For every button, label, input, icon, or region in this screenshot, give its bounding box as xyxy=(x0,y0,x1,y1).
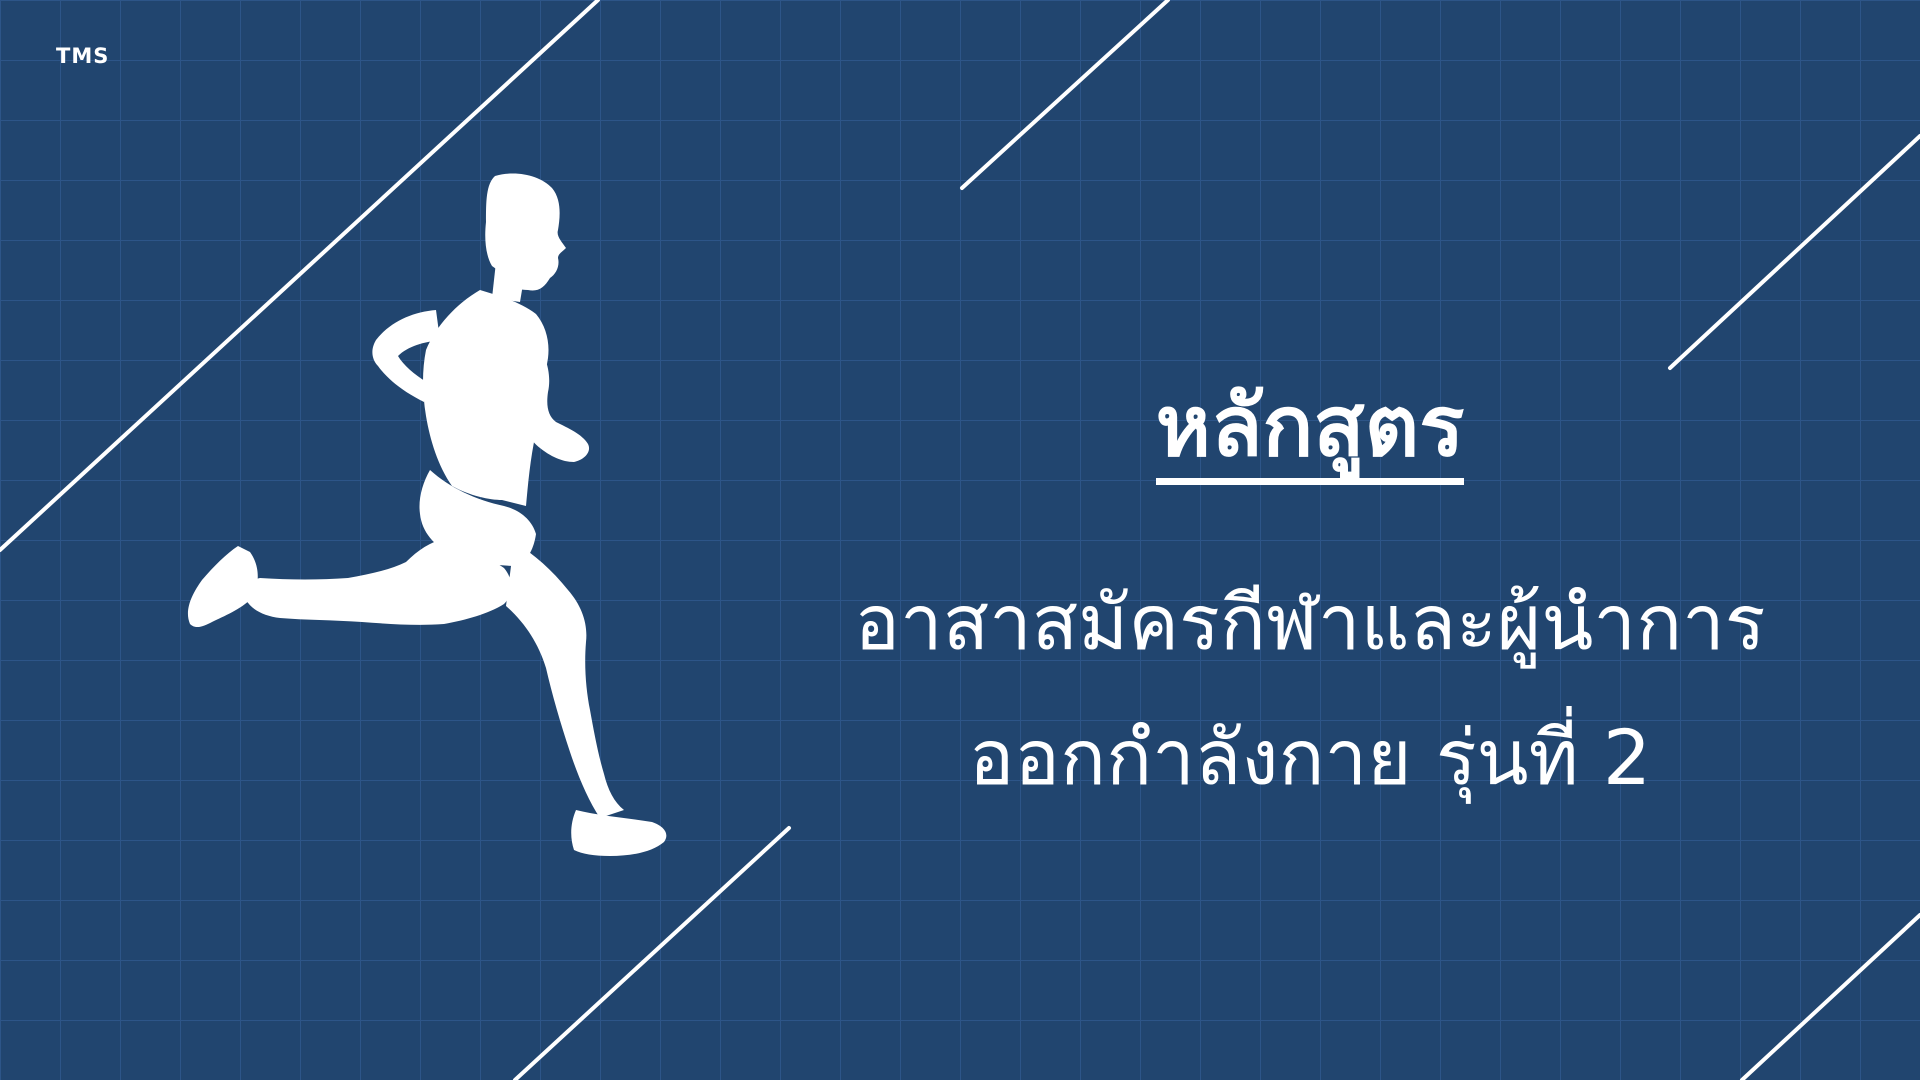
diagonal-line-2 xyxy=(960,0,1170,190)
running-man-silhouette-icon xyxy=(187,173,667,856)
brand-logo: TMS xyxy=(56,44,110,68)
course-name: อาสาสมัครกีฬาและผู้นำการ ออกกำลังกาย รุ่… xyxy=(740,555,1880,825)
diagonal-line-5 xyxy=(1740,913,1920,1080)
course-title-block: หลักสูตร อาสาสมัครกีฬาและผู้นำการ ออกกำล… xyxy=(740,380,1880,825)
course-name-line-1: อาสาสมัครกีฬาและผู้นำการ xyxy=(854,578,1766,668)
runner-front-leg xyxy=(506,542,624,818)
runner-rear-leg xyxy=(245,538,512,625)
course-label-heading: หลักสูตร xyxy=(1155,380,1465,486)
diagonal-line-3 xyxy=(1668,134,1920,370)
runner-rear-shoe xyxy=(187,546,258,628)
runner-front-shoe xyxy=(571,810,667,856)
title-slide: TMS หลักสูตร อาสาสมัครกีฬาและผู้นำการ ออ… xyxy=(0,0,1920,1080)
course-name-line-2: ออกกำลังกาย รุ่นที่ 2 xyxy=(968,713,1652,803)
